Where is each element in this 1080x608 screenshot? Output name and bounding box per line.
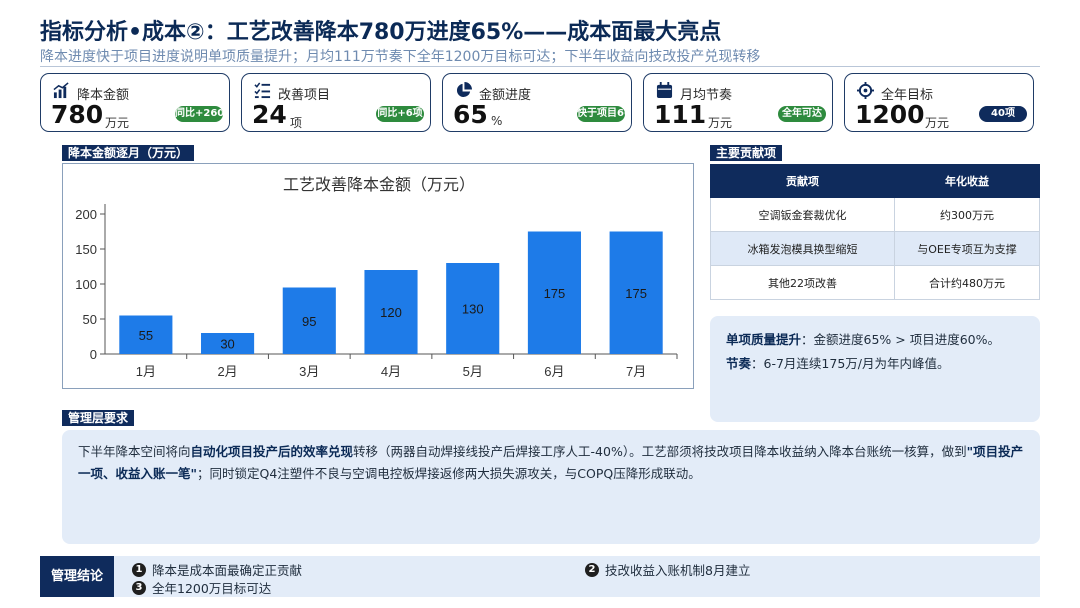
y-tick-label: 150 — [75, 242, 97, 257]
table-cell: 冰箱发泡模具换型缩短 — [710, 231, 895, 266]
table-row: 冰箱发泡模具换型缩短 与OEE专项互为支撑 — [710, 231, 1040, 266]
mgmt-bold: 自动化项目投产后的效率兑现 — [190, 444, 354, 459]
note-bold: 单项质量提升 — [726, 332, 802, 347]
target-icon — [857, 82, 874, 99]
kpi-value: 24 — [252, 100, 287, 129]
number-2-icon: 2 — [585, 562, 599, 577]
management-conclusion: 管理结论 1 降本是成本面最确定正贡献 2 技改收益入账机制8月建立 3 全年1… — [40, 556, 1040, 597]
management-requirement: 下半年降本空间将向自动化项目投产后的效率兑现转移（两器自动焊接线投产后焊接工序人… — [62, 430, 1040, 544]
table-cell: 其他22项改善 — [710, 265, 895, 300]
note-line: 节奏：6-7月连续175万/月为年内峰值。 — [726, 352, 1024, 376]
conclusion-tag: 管理结论 — [40, 556, 114, 597]
title-divider — [40, 66, 1040, 67]
kpi-card-monthly-pace[interactable]: 月均节奏 111 万元 全年可达 — [643, 73, 833, 132]
section-tag-mgmt: 管理层要求 — [62, 410, 135, 426]
table-row: 其他22项改善 合计约480万元 — [710, 265, 1040, 300]
kpi-unit: 万元 — [925, 116, 950, 130]
data-label: 30 — [220, 337, 234, 352]
number-3-icon: 3 — [132, 580, 146, 595]
conclusion-item: 2 技改收益入账机制8月建立 — [585, 560, 750, 579]
table-cell: 与OEE专项互为支撑 — [894, 231, 1040, 266]
kpi-unit: 项 — [290, 116, 303, 130]
y-tick-label: 100 — [75, 277, 97, 292]
kpi-card-progress[interactable]: 金额进度 65 % 快于项目60% — [442, 73, 632, 132]
note-text: ：6-7月连续175万/月为年内峰值。 — [751, 356, 950, 371]
kpi-card-cost-reduction[interactable]: 降本金额 780 万元 同比+260 — [40, 73, 230, 132]
contribution-table: 贡献项 年化收益 空调钣金套裁优化 约300万元 冰箱发泡模具换型缩短 与OEE… — [710, 164, 1040, 300]
status-badge: 同比+6项 — [376, 106, 424, 122]
data-label: 175 — [544, 286, 566, 301]
x-tick-label: 7月 — [626, 364, 646, 379]
data-label: 130 — [462, 302, 484, 317]
bar-chart: 工艺改善降本金额（万元） 0 50 100 150 200 55 1月 30 2月 95 3月 120… — [75, 176, 678, 379]
x-tick-label: 5月 — [463, 364, 483, 379]
x-tick-label: 6月 — [544, 364, 564, 379]
x-tick-label: 2月 — [217, 364, 237, 379]
page-subtitle: 降本进度快于项目进度说明单项质量提升；月均111万节奏下全年1200万目标可达；… — [40, 49, 761, 65]
table-header-row: 贡献项 年化收益 — [710, 164, 1040, 198]
mgmt-text: 转移（两器自动焊接线投产后焊接工序人工-40%）。工艺部须将技改项目降本收益纳入… — [353, 444, 967, 459]
kpi-unit: 万元 — [105, 116, 130, 130]
data-label: 120 — [380, 305, 402, 320]
insight-notes: 单项质量提升：金额进度65% > 项目进度60%。 节奏：6-7月连续175万/… — [710, 316, 1040, 422]
data-label: 55 — [139, 328, 153, 343]
kpi-card-annual-target[interactable]: 全年目标 1200 万元 40项 — [844, 73, 1034, 132]
chart-title: 工艺改善降本金额（万元） — [283, 176, 475, 194]
conclusion-item: 1 降本是成本面最确定正贡献 — [132, 560, 302, 579]
table-cell: 空调钣金套裁优化 — [710, 197, 895, 232]
trend-chart-icon — [53, 82, 69, 99]
conclusion-item: 3 全年1200万目标可达 — [132, 578, 271, 597]
section-tag-chart: 降本金额逐月（万元） — [62, 145, 195, 161]
table-cell: 约300万元 — [894, 197, 1040, 232]
mgmt-text: 下半年降本空间将向 — [78, 444, 191, 459]
column-header: 贡献项 — [710, 164, 895, 198]
note-bold: 节奏 — [726, 356, 752, 371]
table-cell: 合计约480万元 — [894, 265, 1040, 300]
column-header: 年化收益 — [894, 164, 1040, 198]
note-text: ：金额进度65% > 项目进度60%。 — [801, 332, 1001, 347]
kpi-card-projects[interactable]: 改善项目 24 项 同比+6项 — [241, 73, 431, 132]
section-tag-contrib: 主要贡献项 — [710, 145, 783, 161]
mgmt-text: ；同时锁定Q4注塑件不良与空调电控板焊接返修两大损失源攻关，与COPQ压降形成联… — [197, 466, 701, 481]
y-tick-label: 50 — [83, 312, 97, 327]
x-tick-label: 1月 — [136, 364, 156, 379]
kpi-value: 111 — [654, 100, 707, 129]
page-title: 指标分析•成本②：工艺改善降本780万进度65%——成本面最大亮点 — [40, 20, 722, 45]
kpi-value: 1200 — [855, 100, 925, 129]
kpi-unit: 万元 — [708, 116, 733, 130]
status-badge: 40项 — [979, 106, 1027, 122]
x-tick-label: 3月 — [299, 364, 319, 379]
y-tick-label: 200 — [75, 207, 97, 222]
note-line: 单项质量提升：金额进度65% > 项目进度60%。 — [726, 328, 1024, 352]
x-tick-label: 4月 — [381, 364, 401, 379]
kpi-unit: % — [491, 114, 503, 128]
pie-icon — [456, 82, 472, 98]
number-1-icon: 1 — [132, 562, 146, 577]
checklist-icon — [254, 82, 271, 99]
status-badge: 全年可达 — [778, 106, 826, 122]
y-tick-label: 0 — [90, 347, 97, 362]
conclusion-text: 降本是成本面最确定正贡献 — [152, 563, 303, 578]
status-badge: 同比+260 — [175, 106, 223, 122]
kpi-value: 780 — [51, 100, 104, 129]
data-label: 175 — [625, 286, 647, 301]
table-row: 空调钣金套裁优化 约300万元 — [710, 197, 1040, 232]
kpi-row: 降本金额 780 万元 同比+260 改善项目 24 项 同比+6项 金额进度 … — [40, 73, 1037, 132]
conclusion-text: 技改收益入账机制8月建立 — [605, 563, 751, 578]
kpi-value: 65 — [453, 100, 488, 129]
calendar-icon — [656, 82, 673, 99]
data-label: 95 — [302, 314, 316, 329]
conclusion-text: 全年1200万目标可达 — [152, 581, 272, 596]
status-badge: 快于项目60% — [577, 106, 625, 122]
monthly-cost-reduction-chart: 工艺改善降本金额（万元） 0 50 100 150 200 55 1月 30 2月 95 3月 120… — [62, 163, 694, 389]
